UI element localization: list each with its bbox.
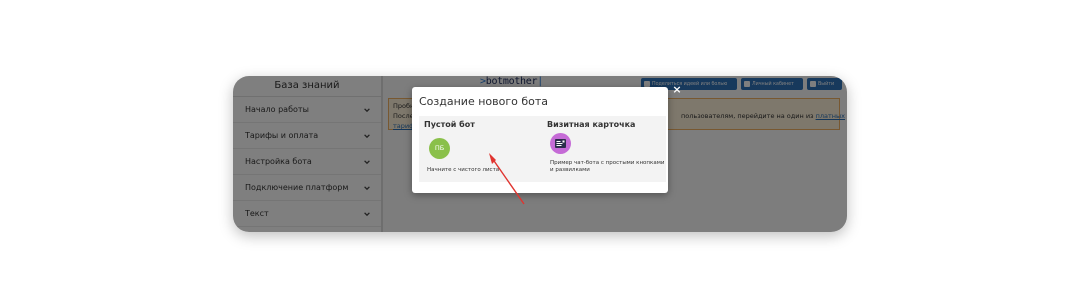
card-description: Пример чат-бота с простыми кнопками и ра… (550, 160, 665, 173)
close-icon[interactable]: × (671, 84, 683, 96)
card-title: Пустой бот (424, 120, 475, 129)
card-description: Начните с чистого листа (427, 167, 500, 173)
template-card-empty-bot[interactable]: Пустой бот ПБ Начните с чистого листа (419, 116, 543, 182)
card-title: Визитная карточка (547, 120, 636, 129)
empty-bot-badge: ПБ (429, 138, 450, 159)
create-bot-modal: Создание нового бота × Пустой бот ПБ Нач… (412, 84, 682, 193)
business-card-icon (550, 133, 571, 154)
template-card-business-card[interactable]: Визитная карточка Пример чат-бота с прос… (542, 116, 666, 182)
modal-title: Создание нового бота (419, 95, 549, 108)
